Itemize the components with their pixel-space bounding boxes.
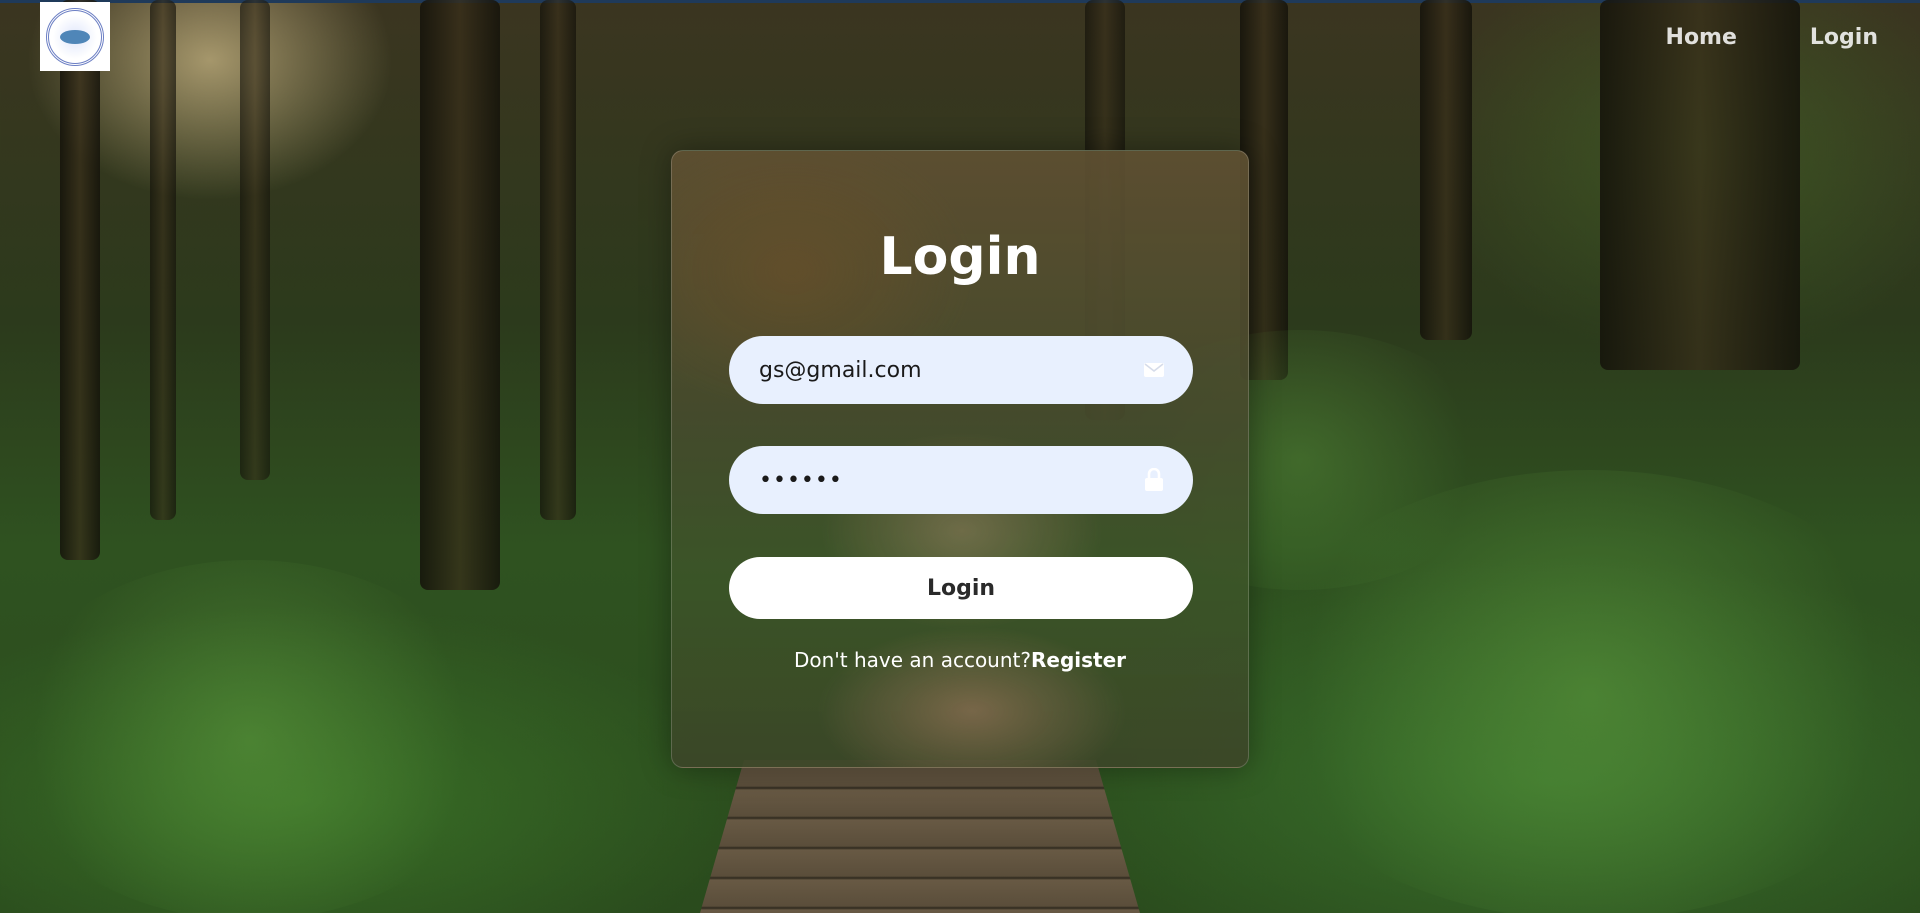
login-button[interactable]: Login [729,557,1193,619]
password-input-value[interactable]: •••••• [759,468,1143,493]
wooden-walkway [700,760,1140,913]
email-field[interactable]: gs@gmail.com [729,336,1193,404]
nav-home-link[interactable]: Home [1666,25,1737,50]
nav-login-link[interactable]: Login [1810,25,1878,50]
login-card: Login gs@gmail.com •••••• Login Don't ha… [671,150,1249,768]
lock-icon [1143,468,1165,491]
register-prompt-text: Don't have an account? [793,648,1031,672]
login-title: Login [879,227,1041,287]
email-input-value[interactable]: gs@gmail.com [759,358,1143,383]
top-nav: Home Login [1666,20,1920,54]
register-link[interactable]: Register [1031,648,1126,672]
site-logo[interactable] [40,2,110,71]
password-field[interactable]: •••••• [729,446,1193,514]
register-prompt: Don't have an account?Register [672,648,1248,672]
mail-icon [1143,359,1165,381]
logo-seal-icon [46,7,104,66]
